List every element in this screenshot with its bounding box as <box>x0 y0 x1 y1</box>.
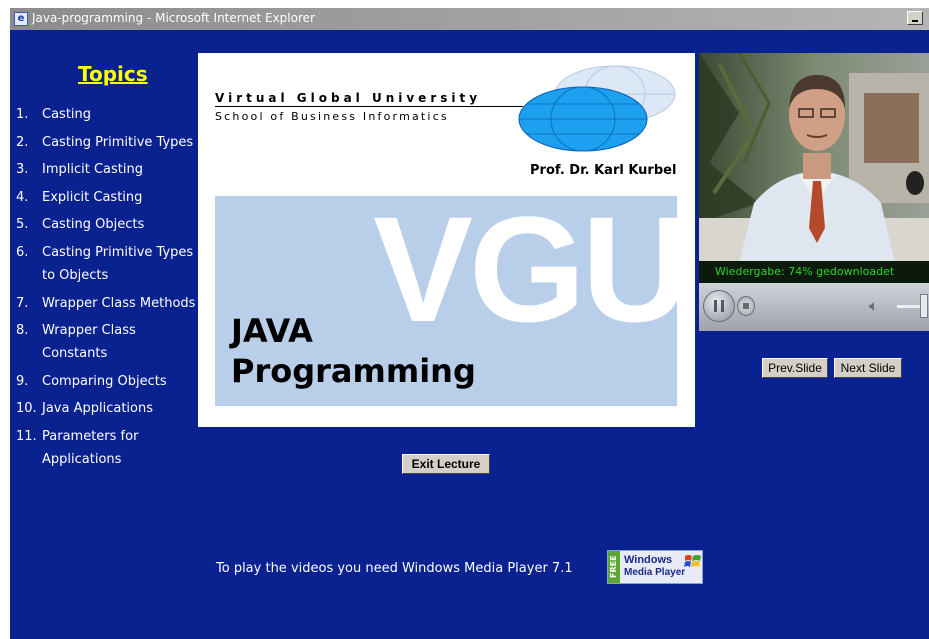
topic-label: Parameters for Applications <box>42 428 139 467</box>
volume-icon[interactable]: 🔈︎ <box>869 296 879 316</box>
windows-media-player-link[interactable]: FREE Windows Media Player <box>607 550 703 584</box>
badge-title: Windows <box>624 554 673 566</box>
minimize-icon <box>912 20 918 22</box>
topic-item[interactable]: 3. Implicit Casting <box>16 158 206 181</box>
lecturer-video-frame <box>699 53 929 263</box>
topic-label: Explicit Casting <box>42 189 143 205</box>
pause-icon <box>721 300 724 312</box>
pause-button[interactable] <box>703 290 735 322</box>
topic-label: Casting Primitive Types <box>42 134 194 150</box>
windows-logo-icon <box>684 555 701 567</box>
topic-number: 2. <box>16 134 29 150</box>
badge-subtitle: Media Player <box>624 567 686 578</box>
topic-label: Casting <box>42 107 92 122</box>
lecture-slide: Virtual Global University School of Busi… <box>198 53 695 427</box>
footer-note: To play the videos you need Windows Medi… <box>216 561 573 576</box>
topic-number: 9. <box>16 373 29 389</box>
topic-number: 6. <box>16 244 29 260</box>
topic-item[interactable]: 1. Casting <box>16 103 206 126</box>
topic-item[interactable]: 6. Casting Primitive Types to Objects <box>16 241 206 287</box>
globe-logo-icon <box>518 65 676 152</box>
topic-number: 11. <box>16 428 37 444</box>
prev-slide-button[interactable]: Prev.Slide <box>762 358 828 378</box>
lecture-page: Topics 1. Casting 2. Casting Primitive Typ… <box>10 30 929 639</box>
player-controls: 🔈︎ <box>699 283 929 331</box>
topic-label: Wrapper Class Methods <box>42 295 196 311</box>
player-status-text: Wiedergabe: 74% gedownloadet <box>715 265 895 278</box>
pause-icon <box>714 300 717 312</box>
university-name: Virtual Global University <box>215 91 482 105</box>
stop-button[interactable] <box>737 296 755 316</box>
title-bar: e Java-programming - Microsoft Internet … <box>10 8 929 30</box>
topics-list: 1. Casting 2. Casting Primitive Types 3. Im… <box>16 103 206 476</box>
topic-item[interactable]: 11. Parameters for Applications <box>16 425 206 471</box>
topic-number: 10. <box>16 401 37 417</box>
topic-item[interactable]: 2. Casting Primitive Types <box>16 131 206 154</box>
slide-title-line2: Programming <box>231 352 476 390</box>
topic-number: 3. <box>16 162 29 178</box>
stop-icon <box>743 303 749 309</box>
internet-explorer-icon: e <box>14 12 28 26</box>
exit-lecture-button[interactable]: Exit Lecture <box>402 454 490 474</box>
topic-label: Java Applications <box>42 401 154 417</box>
topic-label: Comparing Objects <box>42 373 167 389</box>
topic-item[interactable]: 4. Explicit Casting <box>16 186 206 209</box>
professor-name: Prof. Dr. Karl Kurbel <box>530 163 677 178</box>
topic-item[interactable]: 7. Wrapper Class Methods <box>16 292 206 315</box>
topic-item[interactable]: 8. Wrapper Class Constants <box>16 319 206 365</box>
school-name: School of Business Informatics <box>215 110 449 123</box>
topic-label: Casting Objects <box>42 217 145 233</box>
topic-label: Casting Primitive Types to Objects <box>42 244 194 283</box>
slide-title: JAVA Programming <box>231 311 476 391</box>
topic-item[interactable]: 9. Comparing Objects <box>16 370 206 393</box>
player-status-bar: Wiedergabe: 74% gedownloadet <box>699 261 929 283</box>
lecturer-video[interactable] <box>699 53 929 263</box>
topic-item[interactable]: 5. Casting Objects <box>16 213 206 236</box>
topic-number: 4. <box>16 189 29 205</box>
topics-heading: Topics <box>78 62 148 86</box>
free-label: FREE <box>608 551 620 583</box>
topic-number: 5. <box>16 217 29 233</box>
divider <box>215 106 523 107</box>
volume-slider-handle[interactable] <box>920 294 928 318</box>
next-slide-button[interactable]: Next Slide <box>834 358 902 378</box>
topic-label: Wrapper Class Constants <box>42 323 136 362</box>
topic-number: 8. <box>16 323 29 339</box>
topic-label: Implicit Casting <box>42 162 143 178</box>
browser-window: e Java-programming - Microsoft Internet … <box>10 8 929 639</box>
topic-number: 7. <box>16 295 29 311</box>
minimize-button[interactable] <box>907 11 923 25</box>
topic-item[interactable]: 10. Java Applications <box>16 397 206 420</box>
topic-number: 1. <box>16 107 29 122</box>
slide-title-line1: JAVA <box>231 312 313 350</box>
window-title: Java-programming - Microsoft Internet Ex… <box>32 11 315 25</box>
